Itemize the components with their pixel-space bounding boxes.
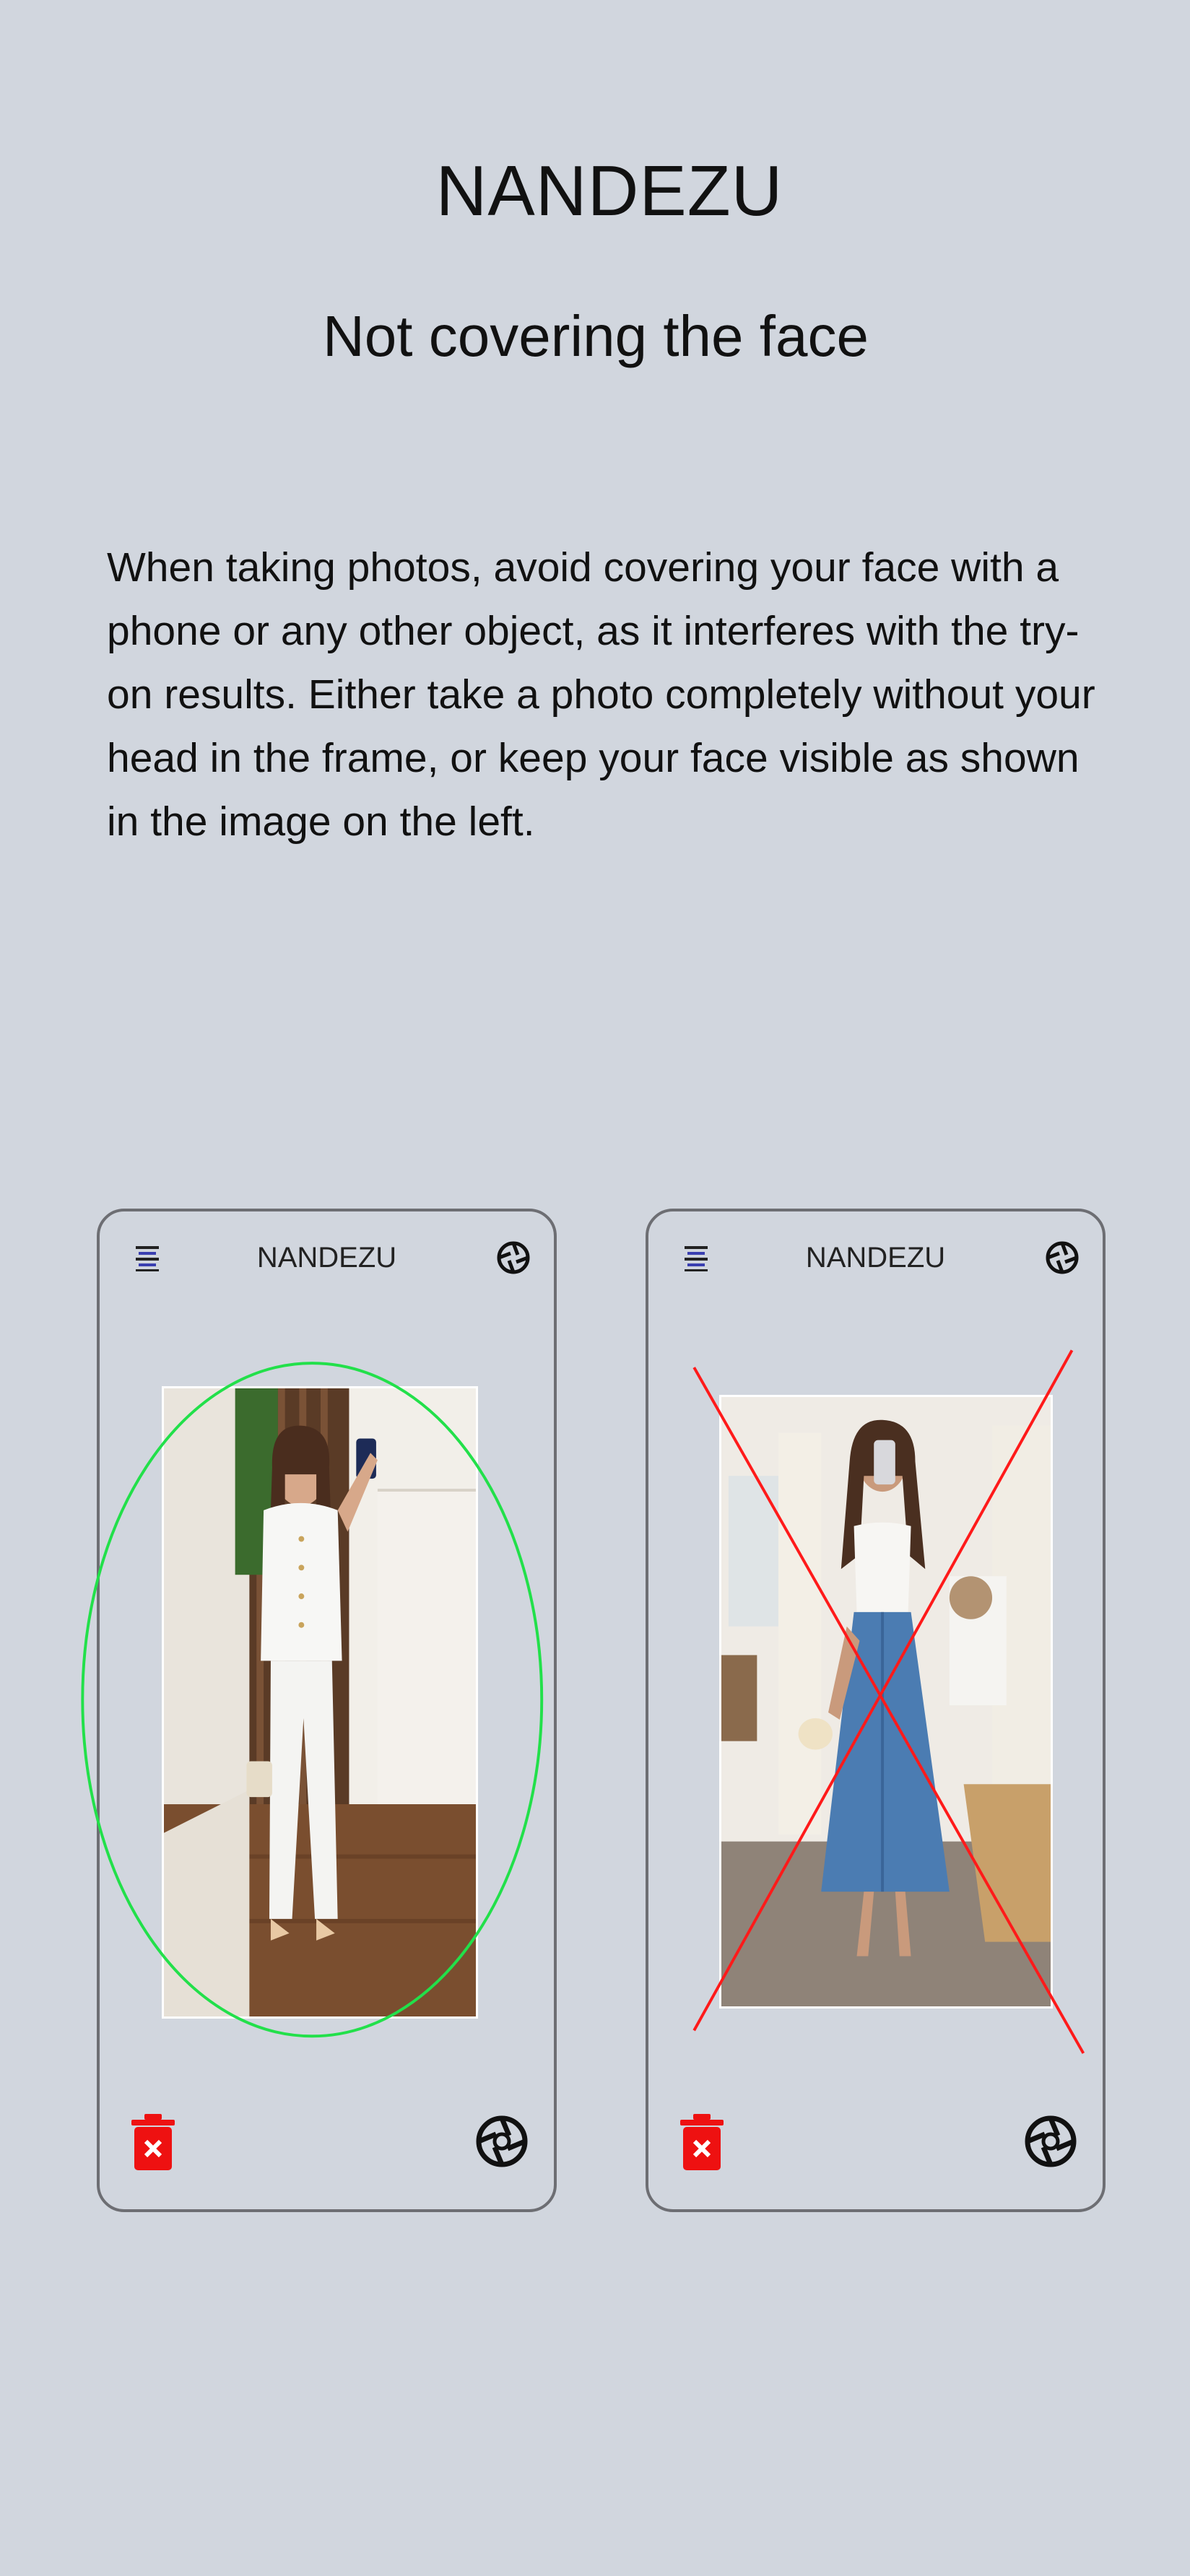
trash-icon[interactable]	[130, 2114, 176, 2172]
example-incorrect-phone-mockup: NANDEZU	[646, 1209, 1106, 2212]
camera-aperture-icon[interactable]	[474, 2114, 529, 2169]
page-heading: Not covering the face	[323, 304, 869, 368]
example-correct-phone-mockup: NANDEZU	[81, 1209, 557, 2212]
photo-face-visible	[162, 1386, 478, 2019]
aperture-icon[interactable]	[1045, 1240, 1080, 1275]
trash-icon[interactable]	[679, 2114, 725, 2172]
camera-aperture-icon[interactable]	[1023, 2114, 1078, 2169]
aperture-icon[interactable]	[496, 1240, 531, 1275]
photo-face-covered	[719, 1395, 1053, 2009]
mockup-app-title: NANDEZU	[805, 1242, 946, 1274]
mockup-app-title: NANDEZU	[256, 1242, 397, 1274]
app-title: NANDEZU	[435, 151, 783, 230]
instruction-text: When taking photos, avoid covering your …	[107, 544, 1095, 845]
